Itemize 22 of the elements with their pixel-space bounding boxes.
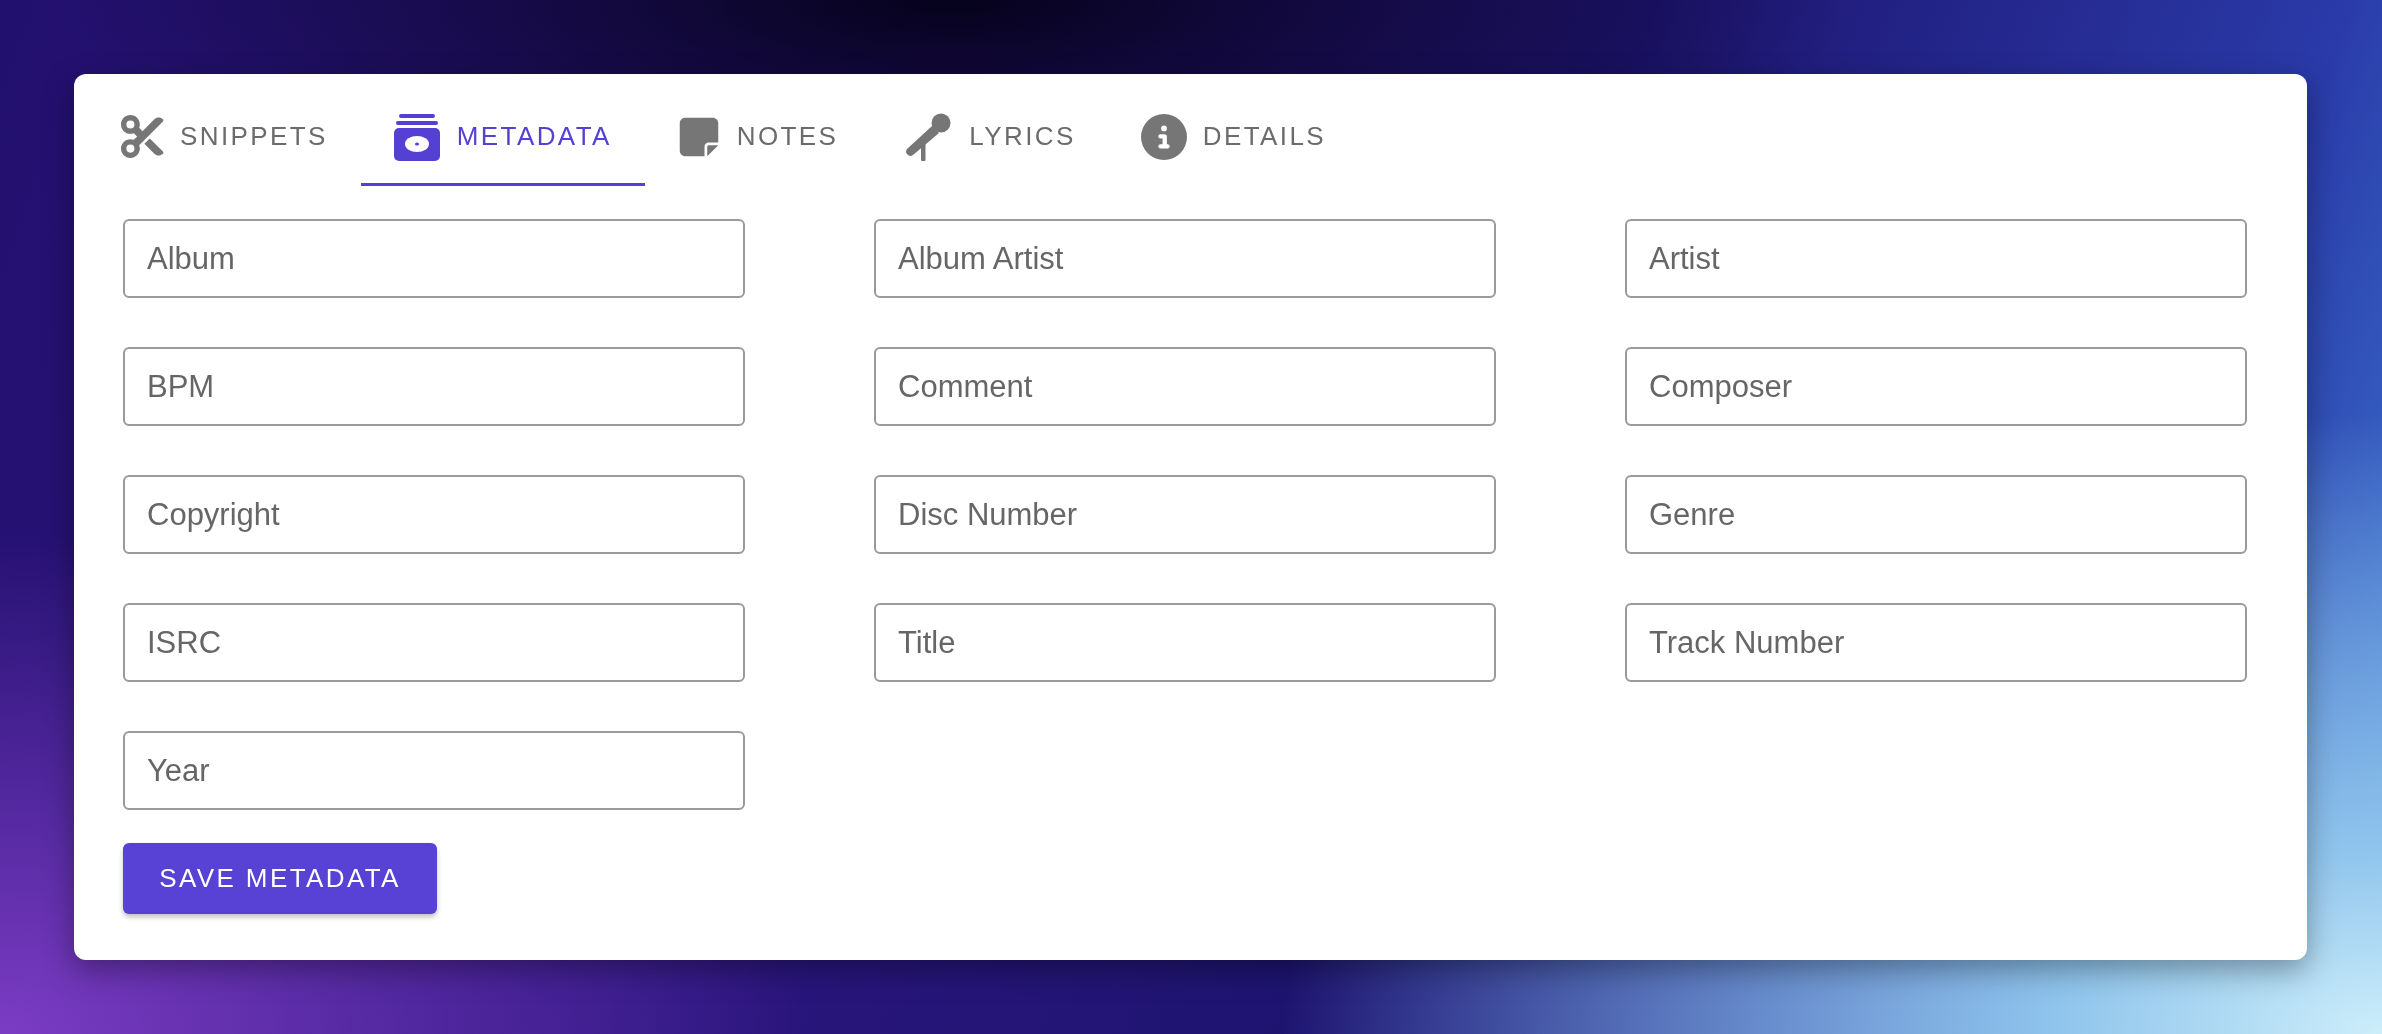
text-field[interactable]: ISRC (123, 603, 745, 682)
scissors-icon (121, 115, 164, 158)
text-field[interactable]: Track Number (1625, 603, 2247, 682)
info-icon (1140, 113, 1187, 160)
tab[interactable]: SNIPPETS (89, 90, 361, 186)
text-field[interactable]: Disc Number (874, 475, 1496, 554)
disc-box-icon (392, 112, 441, 161)
text-field[interactable]: Copyright (123, 475, 745, 554)
tab[interactable]: DETAILS (1108, 90, 1359, 186)
text-field[interactable]: Album (123, 219, 745, 298)
text-field[interactable]: Comment (874, 347, 1496, 426)
tab[interactable]: NOTES (644, 90, 872, 186)
save-metadata-button[interactable]: SAVE METADATA (123, 843, 437, 914)
text-field[interactable]: Title (874, 603, 1496, 682)
text-field[interactable]: Composer (1625, 347, 2247, 426)
tab[interactable]: LYRICS (871, 90, 1109, 186)
text-field[interactable]: Artist (1625, 219, 2247, 298)
tab[interactable]: METADATA (360, 90, 645, 186)
text-field[interactable]: BPM (123, 347, 745, 426)
text-field[interactable]: Album Artist (874, 219, 1496, 298)
text-field[interactable]: Year (123, 731, 745, 810)
text-field[interactable]: Genre (1625, 475, 2247, 554)
